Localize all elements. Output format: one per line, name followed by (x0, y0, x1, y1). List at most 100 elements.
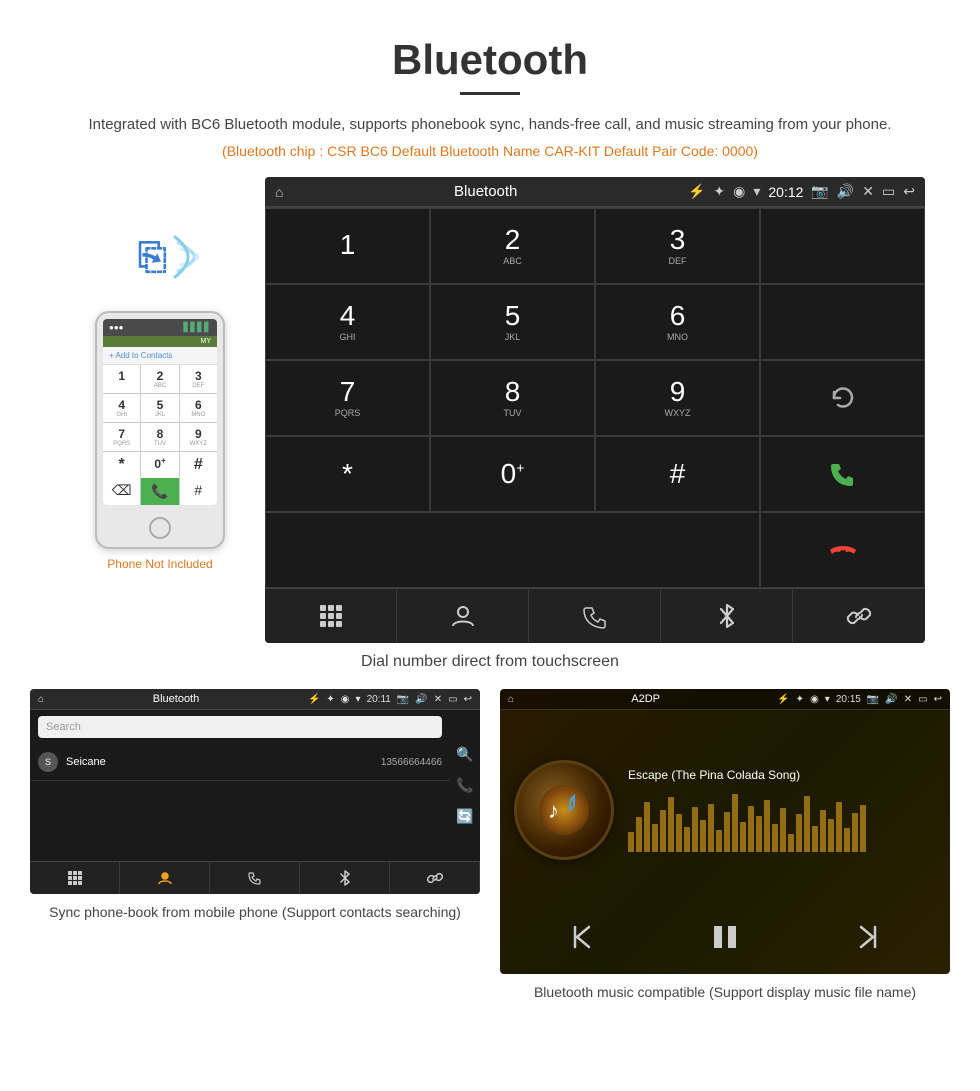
song-title: Escape (The Pina Colada Song) (628, 768, 936, 782)
pb-bottom-nav (30, 861, 480, 894)
dial-key-6[interactable]: 6 MNO (595, 284, 760, 360)
svg-text:♪: ♪ (548, 798, 559, 823)
phone-mockup: ●●● ▋▋▋▋ MY + Add to Contacts 1 2ABC 3DE… (95, 311, 225, 549)
bar-26 (828, 819, 834, 852)
bar-10 (700, 820, 706, 852)
dial-key-9[interactable]: 9 WXYZ (595, 360, 760, 436)
pb-win-icon: ▭ (448, 694, 457, 705)
music-bt-icon: ✦ (796, 694, 804, 705)
dial-key-8[interactable]: 8 TUV (430, 360, 595, 436)
bar-14 (732, 794, 738, 852)
pb-home-icon: ⌂ (38, 694, 44, 705)
pb-nav-dialpad[interactable] (30, 862, 120, 894)
pb-loc-icon: ◉ (341, 694, 350, 705)
nav-bluetooth-icon[interactable] (661, 589, 793, 643)
phonebook-caption: Sync phone-book from mobile phone (Suppo… (49, 902, 461, 923)
phone-side: ⎘ ●●● ▋▋▋▋ MY + Add to Contacts 1 2ABC 3… (55, 177, 265, 571)
dial-key-star[interactable]: * (265, 436, 430, 512)
bar-24 (812, 826, 818, 852)
phonebook-empty-space (30, 781, 450, 861)
nav-dialpad-icon[interactable] (265, 589, 397, 643)
contact-avatar: S (38, 752, 58, 772)
phonebook-screen: ⌂ Bluetooth ⚡ ✦ ◉ ▾ 20:11 📷 🔊 ✕ ▭ ↩ Sear… (30, 689, 480, 894)
next-track-button[interactable] (853, 923, 881, 957)
pb-refresh-action-icon[interactable]: 🔄 (456, 808, 473, 825)
bar-9 (692, 807, 698, 852)
phonebook-content: Search S Seicane 13566664466 🔍 (30, 710, 480, 861)
dial-key-5[interactable]: 5 JKL (430, 284, 595, 360)
pb-back-icon: ↩ (464, 694, 472, 705)
volume-icon: 🔊 (837, 183, 854, 200)
pb-usb-icon: ⚡ (308, 694, 320, 705)
title-divider (460, 92, 520, 95)
bar-4 (652, 824, 658, 852)
phonebook-right-actions: 🔍 📞 🔄 (450, 710, 480, 861)
bar-18 (764, 800, 770, 852)
music-usb-icon: ⚡ (777, 694, 789, 705)
bar-7 (676, 814, 682, 852)
pb-cam-icon: 📷 (397, 694, 409, 705)
bar-22 (796, 814, 802, 852)
bar-11 (708, 804, 714, 852)
music-close-icon: ✕ (904, 694, 912, 705)
bar-3 (644, 802, 650, 852)
dial-refresh-button[interactable] (760, 360, 925, 436)
bar-15 (740, 822, 746, 852)
phone-topbar: ●●● ▋▋▋▋ (103, 319, 217, 336)
pb-nav-contacts[interactable] (120, 862, 210, 894)
bar-17 (756, 816, 762, 852)
bar-25 (820, 810, 826, 852)
contact-row: S Seicane 13566664466 (30, 744, 450, 781)
car-bottom-nav (265, 588, 925, 643)
bar-27 (836, 802, 842, 852)
music-home-icon: ⌂ (508, 694, 514, 705)
bar-29 (852, 813, 858, 852)
album-art-inner: ♪ (539, 785, 589, 835)
pb-nav-bt[interactable] (300, 862, 390, 894)
bt-signal-graphic: ⎘ (120, 217, 200, 297)
play-pause-button[interactable] (708, 920, 742, 960)
pb-wifi-icon: ▾ (356, 694, 361, 705)
dialpad-backspace-button[interactable] (265, 512, 760, 588)
music-time: 20:15 (836, 694, 861, 705)
dial-key-4[interactable]: 4 GHI (265, 284, 430, 360)
music-win-icon: ▭ (918, 694, 927, 705)
phone-keypad: 1 2ABC 3DEF 4GHI 5JKL 6MNO 7PQRS 8TUV 9W… (103, 365, 217, 478)
svg-text:⎘: ⎘ (138, 236, 167, 277)
pb-time: 20:11 (367, 694, 391, 705)
dial-key-hash[interactable]: # (595, 436, 760, 512)
search-bar[interactable]: Search (38, 716, 442, 738)
pb-search-action-icon[interactable]: 🔍 (456, 746, 473, 763)
pb-vol-icon: 🔊 (415, 694, 427, 705)
dial-display-area (760, 208, 925, 284)
prev-track-button[interactable] (569, 923, 597, 957)
music-screen: ⌂ A2DP ⚡ ✦ ◉ ▾ 20:15 📷 🔊 ✕ ▭ ↩ (500, 689, 950, 974)
pb-call-action-icon[interactable]: 📞 (456, 777, 473, 794)
dial-key-3[interactable]: 3 DEF (595, 208, 760, 284)
bar-21 (788, 834, 794, 852)
bar-6 (668, 797, 674, 852)
bluetooth-status-icon: ✦ (713, 183, 725, 200)
music-content-area: ♪ Escape (The Pina Colada Song) (500, 710, 950, 910)
nav-link-icon[interactable] (793, 589, 925, 643)
pb-nav-link[interactable] (390, 862, 480, 894)
dial-key-1[interactable]: 1 (265, 208, 430, 284)
dial-key-0[interactable]: 0+ (430, 436, 595, 512)
main-screenshot-area: ⎘ ●●● ▋▋▋▋ MY + Add to Contacts 1 2ABC 3… (0, 177, 980, 643)
phone-screen: ●●● ▋▋▋▋ MY + Add to Contacts 1 2ABC 3DE… (103, 319, 217, 505)
pb-nav-phone[interactable] (210, 862, 300, 894)
bar-12 (716, 830, 722, 852)
search-placeholder: Search (46, 721, 81, 733)
call-green-button[interactable] (760, 436, 925, 512)
phonebook-main: Search S Seicane 13566664466 (30, 710, 450, 861)
location-icon: ◉ (733, 183, 745, 200)
nav-phone-icon[interactable] (529, 589, 661, 643)
phone-not-included-label: Phone Not Included (107, 557, 212, 571)
bar-30 (860, 805, 866, 852)
camera-icon: 📷 (811, 183, 828, 200)
spec-line: (Bluetooth chip : CSR BC6 Default Blueto… (0, 143, 980, 159)
nav-contacts-icon[interactable] (397, 589, 529, 643)
call-end-button[interactable] (760, 512, 925, 588)
dial-key-7[interactable]: 7 PQRS (265, 360, 430, 436)
dial-key-2[interactable]: 2 ABC (430, 208, 595, 284)
